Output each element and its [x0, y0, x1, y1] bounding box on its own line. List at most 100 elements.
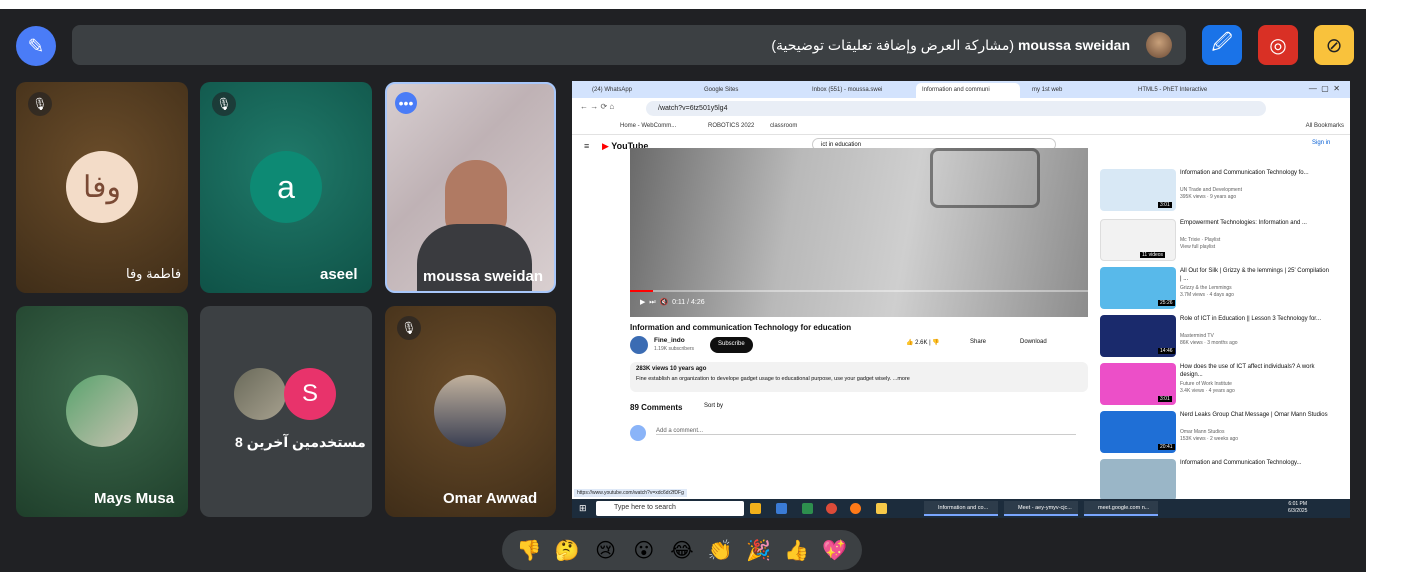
add-comment-input[interactable]: Add a comment...	[656, 428, 1076, 435]
suggested-title: All Out for Silk | Grizzy & the lemmings…	[1180, 268, 1329, 282]
firefox-icon[interactable]	[850, 503, 861, 514]
player-controls[interactable]: ▶ ⏭ 🔇 0:11 / 4:26	[640, 298, 705, 307]
progress-track[interactable]	[630, 290, 1088, 292]
download-button[interactable]: Download	[1020, 339, 1047, 345]
suggested-video[interactable]: How does the use of ICT affect individua…	[1100, 363, 1340, 409]
thumbs-down-reaction[interactable]: 👎	[512, 538, 546, 563]
app-icon[interactable]	[776, 503, 787, 514]
suggested-title: How does the use of ICT affect individua…	[1180, 364, 1315, 378]
more-options-icon[interactable]: •••	[395, 92, 417, 114]
participant-tile[interactable]: Mays Musa	[16, 306, 188, 517]
bookmark-item[interactable]: ROBOTICS 2022	[708, 123, 754, 129]
views-line: 283K views 10 years ago	[636, 366, 707, 372]
hide-screen-button[interactable]: ⊘	[1314, 25, 1354, 65]
suggested-video[interactable]: Empowerment Technologies: Information an…	[1100, 219, 1340, 265]
suggested-video[interactable]: Nerd Leaks Group Chat Message | Omar Man…	[1100, 411, 1340, 457]
no-screen-icon: ⊘	[1325, 34, 1343, 57]
comments-count: 89 Comments	[630, 403, 683, 412]
sort-by-button[interactable]: Sort by	[704, 403, 723, 409]
browser-tab[interactable]: Google Sites	[698, 83, 802, 98]
suggested-video[interactable]: Role of ICT in Education || Lesson 3 Tec…	[1100, 315, 1340, 361]
suggested-meta: 3.4K views · 4 years ago	[1180, 388, 1235, 394]
windows-start-icon[interactable]: ⊞	[579, 503, 587, 514]
url-field[interactable]: /watch?v=6tz501y5lg4	[646, 101, 1266, 116]
browser-tab[interactable]: (24) WhatsApp	[586, 83, 692, 98]
annotate-pen-button[interactable]: ✎	[16, 26, 56, 66]
participant-name: Omar Awwad	[443, 490, 538, 507]
bookmark-item[interactable]: classroom	[770, 123, 797, 129]
reactions-bar: 👎 🤔 😢 😮 😂 👏 🎉 👍 💖	[502, 530, 862, 570]
channel-avatar[interactable]	[630, 336, 648, 354]
user-avatar	[630, 425, 646, 441]
suggested-title: Empowerment Technologies: Information an…	[1180, 220, 1307, 226]
taskbar-clock[interactable]: 6:01 PM 6/3/2025	[1288, 501, 1307, 515]
chrome-icon[interactable]	[826, 503, 837, 514]
suggested-meta: View full playlist	[1180, 244, 1216, 250]
duration-badge: 14:46	[1158, 348, 1175, 354]
others-tile[interactable]: S 8 مستخدمين آخرين	[200, 306, 372, 517]
thumbs-up-reaction[interactable]: 👍	[780, 538, 814, 563]
suggested-channel: Omar Mann Studios	[1180, 429, 1225, 435]
suggested-video[interactable]: All Out for Silk | Grizzy & the lemmings…	[1100, 267, 1340, 313]
participant-name: Mays Musa	[94, 490, 175, 507]
duration-badge: 3:01	[1158, 202, 1172, 208]
description-box[interactable]: 283K views 10 years ago Fine establish a…	[630, 362, 1088, 392]
others-count: 8 مستخدمين آخرين	[235, 434, 366, 450]
duration-badge: 20:41	[1158, 444, 1175, 450]
suggested-video[interactable]: Information and Communication Technology…	[1100, 169, 1340, 215]
suggested-meta: 395K views · 9 years ago	[1180, 194, 1237, 200]
avatar	[66, 375, 138, 447]
presentation-status: (مشاركة العرض وإضافة تعليقات توضيحية)	[771, 37, 1015, 53]
participant-tile[interactable]: 🎙 وفا فاطمة وفا	[16, 82, 188, 293]
nav-icons[interactable]: ← → ⟳ ⌂	[580, 102, 614, 111]
browser-tab[interactable]: Inbox (551) - moussa.swei	[806, 83, 910, 98]
pen-icon: ✎	[27, 35, 45, 58]
suggested-channel: UN Trade and Development	[1180, 187, 1242, 193]
all-bookmarks[interactable]: All Bookmarks	[1306, 123, 1344, 129]
participant-tile[interactable]: 🎙 a aseel	[200, 82, 372, 293]
taskbar-search[interactable]: Type here to search	[596, 501, 744, 516]
app-icon[interactable]	[802, 503, 813, 514]
heart-reaction[interactable]: 💖	[818, 538, 852, 563]
subscribe-button[interactable]: Subscribe	[710, 337, 753, 353]
windows-taskbar: ⊞ Type here to search Information and co…	[572, 499, 1350, 518]
browser-tab-active[interactable]: Information and communi	[916, 83, 1020, 98]
sign-in-button[interactable]: Sign in	[1312, 140, 1330, 146]
record-icon: ◎	[1269, 34, 1287, 57]
browser-tab[interactable]: HTML5 - PhET Interactive	[1132, 83, 1236, 98]
party-reaction[interactable]: 🎉	[741, 538, 775, 563]
surprised-reaction[interactable]: 😮	[627, 538, 661, 563]
menu-icon[interactable]: ≡	[584, 141, 589, 151]
participant-tile-active-speaker[interactable]: ••• moussa sweidan	[385, 82, 556, 293]
video-thumbnail	[1100, 459, 1176, 501]
share-button[interactable]: Share	[970, 339, 986, 345]
progress-fill	[630, 290, 653, 292]
like-button[interactable]: 👍 2.6K | 👎	[906, 339, 940, 346]
stop-presenting-button[interactable]: ◎	[1258, 25, 1298, 65]
clock-time: 6:01 PM	[1288, 501, 1308, 507]
taskbar-app[interactable]: Meet - aey-ymyv-cjc...	[1004, 501, 1078, 516]
subscriber-count: 1.19K subscribers	[654, 346, 695, 352]
mic-off-icon: 🎙	[28, 92, 52, 116]
app-icon[interactable]	[750, 503, 761, 514]
taskbar-app[interactable]: Information and co...	[924, 501, 998, 516]
annotate-button[interactable]: 🖉	[1202, 25, 1242, 65]
bookmark-item[interactable]: Home - WebComm...	[620, 123, 676, 129]
sad-reaction[interactable]: 😢	[589, 538, 623, 563]
app-icon[interactable]	[876, 503, 887, 514]
clap-reaction[interactable]: 👏	[703, 538, 737, 563]
participant-tile[interactable]: 🎙 Omar Awwad	[385, 306, 556, 517]
bookmarks-bar: Home - WebComm... ROBOTICS 2022 classroo…	[572, 119, 1350, 135]
suggested-meta: 86K views · 3 months ago	[1180, 340, 1238, 346]
taskbar-app[interactable]: meet.google.com n...	[1084, 501, 1158, 516]
window-controls[interactable]: — ▢ ✕	[1309, 84, 1340, 93]
laughing-reaction[interactable]: 😂	[665, 538, 699, 563]
presentation-text: moussa sweidan (مشاركة العرض وإضافة تعلي…	[771, 37, 1130, 54]
browser-tab[interactable]: my 1st web	[1026, 83, 1130, 98]
clock-date: 6/3/2025	[1288, 508, 1308, 514]
video-player[interactable]: ▶ ⏭ 🔇 0:11 / 4:26	[630, 148, 1088, 317]
duration-badge: 3:01	[1158, 396, 1172, 402]
thinking-reaction[interactable]: 🤔	[550, 538, 584, 563]
channel-name[interactable]: Fine_indo	[654, 337, 685, 344]
description-text: Fine establish an organization to develo…	[636, 376, 910, 382]
